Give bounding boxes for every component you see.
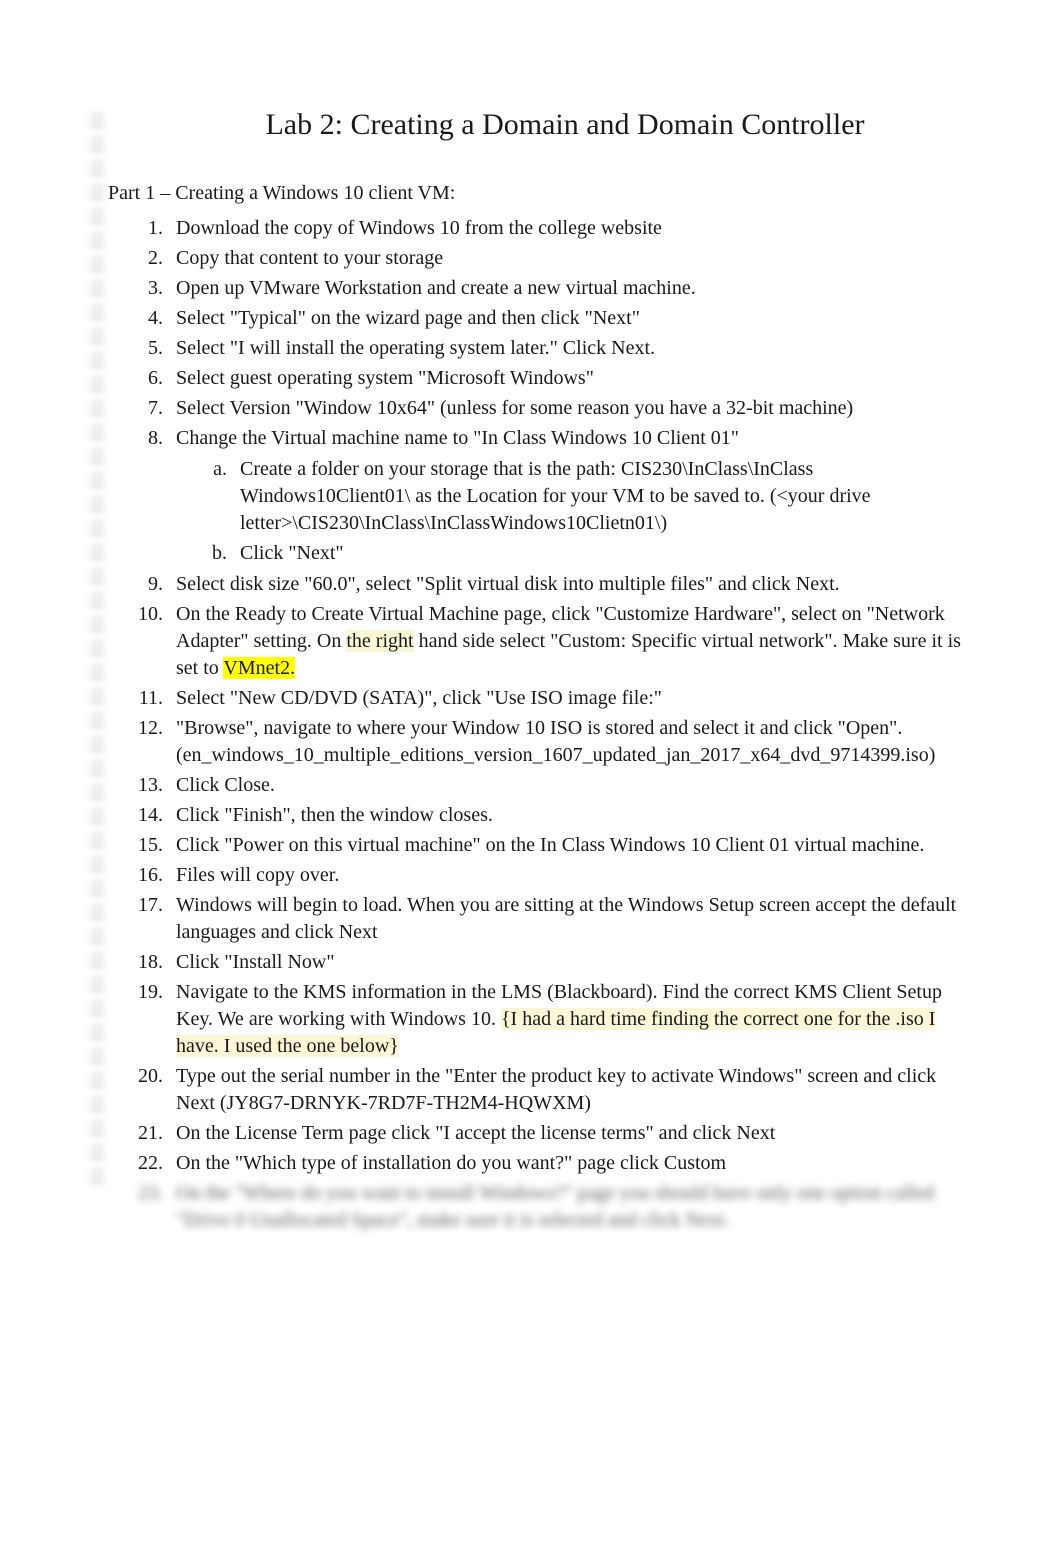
step-text: Open up VMware Workstation and create a … (176, 277, 696, 299)
step-text: Type out the serial number in the "Enter… (176, 1065, 936, 1114)
step-text: Create a folder on your storage that is … (240, 458, 871, 534)
step-19: Navigate to the KMS information in the L… (168, 979, 962, 1060)
step-20: Type out the serial number in the "Enter… (168, 1063, 962, 1117)
step-text: Select guest operating system "Microsoft… (176, 367, 594, 389)
step-16: Files will copy over. (168, 862, 962, 889)
step-11: Select "New CD/DVD (SATA)", click "Use I… (168, 685, 962, 712)
step-12: "Browse", navigate to where your Window … (168, 715, 962, 769)
step-8a: Create a folder on your storage that is … (232, 456, 962, 537)
step-text: Windows will begin to load. When you are… (176, 894, 956, 943)
step-text: "Browse", navigate to where your Window … (176, 717, 902, 739)
step-text: Select disk size "60.0", select "Split v… (176, 573, 840, 595)
iso-filename: (en_windows_10_multiple_editions_version… (176, 742, 962, 769)
step-text: Change the Virtual machine name to "In C… (176, 427, 739, 449)
step-text: Click "Power on this virtual machine" on… (176, 834, 924, 856)
document-page: Lab 2: Creating a Domain and Domain Cont… (0, 0, 1062, 1297)
step-text: On the "Where do you want to install Win… (176, 1182, 934, 1231)
step-14: Click "Finish", then the window closes. (168, 802, 962, 829)
step-23-blurred: On the "Where do you want to install Win… (168, 1180, 962, 1234)
step-8b: Click "Next" (232, 540, 962, 567)
step-text: On the License Term page click "I accept… (176, 1122, 775, 1144)
step-3: Open up VMware Workstation and create a … (168, 275, 962, 302)
step-text: Click Close. (176, 774, 275, 796)
step-7: Select Version "Window 10x64" (unless fo… (168, 395, 962, 422)
step-17: Windows will begin to load. When you are… (168, 892, 962, 946)
step-text: Download the copy of Windows 10 from the… (176, 217, 662, 239)
step-4: Select "Typical" on the wizard page and … (168, 305, 962, 332)
highlight-pale: the right (346, 630, 413, 652)
step-text: Select Version "Window 10x64" (unless fo… (176, 397, 853, 419)
step-text: On the "Which type of installation do yo… (176, 1152, 726, 1174)
step-18: Click "Install Now" (168, 949, 962, 976)
step-8: Change the Virtual machine name to "In C… (168, 425, 962, 567)
step-22: On the "Which type of installation do yo… (168, 1150, 962, 1177)
step-10: On the Ready to Create Virtual Machine p… (168, 601, 962, 682)
step-text: Click "Install Now" (176, 951, 335, 973)
step-text: Select "New CD/DVD (SATA)", click "Use I… (176, 687, 662, 709)
step-8-sublist: Create a folder on your storage that is … (176, 456, 962, 567)
step-5: Select "I will install the operating sys… (168, 335, 962, 362)
page-title: Lab 2: Creating a Domain and Domain Cont… (108, 108, 962, 142)
step-9: Select disk size "60.0", select "Split v… (168, 571, 962, 598)
step-text: Select "I will install the operating sys… (176, 337, 655, 359)
step-21: On the License Term page click "I accept… (168, 1120, 962, 1147)
step-text: Files will copy over. (176, 864, 339, 886)
step-2: Copy that content to your storage (168, 245, 962, 272)
step-text: Select "Typical" on the wizard page and … (176, 307, 640, 329)
highlight-vmnet2: VMnet2. (223, 657, 295, 679)
step-text: Click "Finish", then the window closes. (176, 804, 493, 826)
steps-list: Download the copy of Windows 10 from the… (108, 215, 962, 1234)
step-text: Click "Next" (240, 542, 344, 564)
section-heading-part1: Part 1 – Creating a Windows 10 client VM… (108, 182, 962, 205)
step-13: Click Close. (168, 772, 962, 799)
step-1: Download the copy of Windows 10 from the… (168, 215, 962, 242)
step-6: Select guest operating system "Microsoft… (168, 365, 962, 392)
step-text: Copy that content to your storage (176, 247, 443, 269)
step-15: Click "Power on this virtual machine" on… (168, 832, 962, 859)
